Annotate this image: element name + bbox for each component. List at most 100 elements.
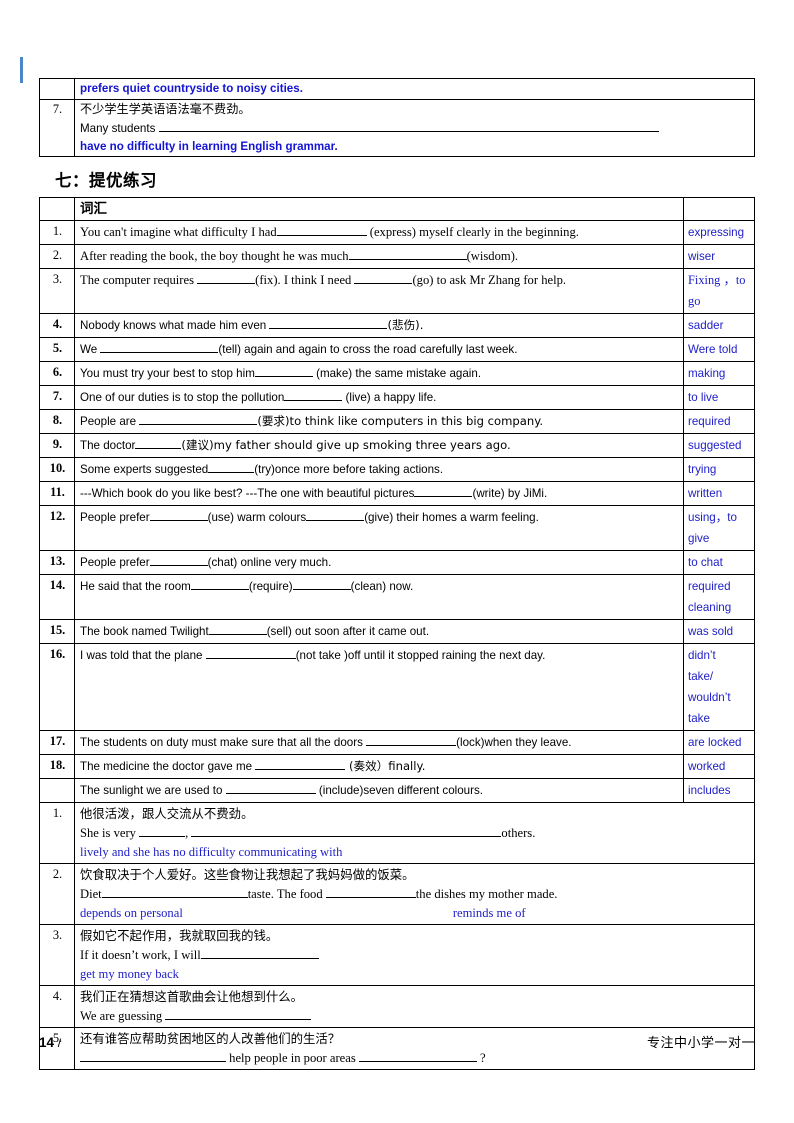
question-middle: (require) <box>248 580 293 594</box>
question-prefix: The doctor <box>80 439 136 453</box>
table-row: 3. The computer requires (fix). I think … <box>39 268 755 315</box>
question-suffix: (try)once more before taking actions. <box>254 463 444 477</box>
question-cell: People are (要求)to think like computers i… <box>74 409 684 435</box>
question-prefix: You can't imagine what difficulty I had <box>80 225 277 240</box>
blank-underline <box>149 507 208 522</box>
question-suffix: (要求)to think like computers in this big … <box>257 414 544 429</box>
english-middle: help people in poor areas <box>226 1051 359 1066</box>
question-suffix: (go) to ask Mr Zhang for help. <box>412 273 567 288</box>
blank-underline <box>101 884 248 899</box>
footer-brand: 专注中小学一对一 <box>646 1036 755 1051</box>
table-row: 1. You can't imagine what difficulty I h… <box>39 220 755 246</box>
row-number: 4. <box>39 313 75 339</box>
chinese-prompt: 饮食取决于个人爱好。这些食物让我想起了我妈妈做的饭菜。 <box>80 867 415 883</box>
row-answer-cell: prefers quiet countryside to noisy citie… <box>74 78 755 100</box>
translation-cell: 我们正在猜想这首歌曲会让他想到什么。 We are guessing <box>74 985 755 1029</box>
question-prefix: People prefer <box>80 511 150 525</box>
table-row: 13. People prefer (chat) online very much… <box>39 550 755 576</box>
row-number: 8. <box>39 409 75 435</box>
answer-line-2: cleaning <box>688 601 732 615</box>
row-number: 7. <box>39 385 75 411</box>
question-cell: The students on duty must make sure that… <box>74 730 684 756</box>
translation-row: 2. 饮食取决于个人爱好。这些食物让我想起了我妈妈做的饭菜。 Diet taste… <box>39 863 755 926</box>
row-number: 1. <box>39 802 75 865</box>
blank-underline <box>292 576 351 591</box>
answer-cell: sadder <box>683 313 755 339</box>
question-cell: ---Which book do you like best? ---The o… <box>74 481 684 507</box>
translation-row: 3. 假如它不起作用，我就取回我的钱。 If it doesn’t work, … <box>39 924 755 987</box>
question-prefix: After reading the book, the boy thought … <box>80 249 349 264</box>
answer-cell: required cleaning <box>683 574 755 621</box>
question-prefix: The book named Twilight <box>80 625 209 639</box>
english-answer-line: Many students <box>80 118 750 138</box>
blank-underline <box>190 576 249 591</box>
table-row: 14. He said that the room (require) (clean… <box>39 574 755 621</box>
question-prefix: You must try your best to stop him <box>80 367 255 381</box>
row-number: 15. <box>39 619 75 645</box>
question-cell: One of our duties is to stop the polluti… <box>74 385 684 411</box>
answer-text-1: depends on personal <box>80 906 183 921</box>
answer-cell: suggested <box>683 433 755 459</box>
row-content-cell: 不少学生学英语语法毫不费劲。 Many students have no dif… <box>74 98 755 158</box>
blank-underline <box>135 435 182 450</box>
question-prefix: We <box>80 343 101 357</box>
question-middle: (use) warm colours <box>207 511 307 525</box>
blue-answer-line: get my money back <box>80 967 179 982</box>
question-prefix: I was told that the plane <box>80 649 206 663</box>
question-prefix: Some experts suggested <box>80 463 209 477</box>
document-content: prefers quiet countryside to noisy citie… <box>39 78 755 1071</box>
page-number-value: 14 <box>39 1035 55 1050</box>
question-suffix: (建议)my father should give up smoking thr… <box>181 438 511 453</box>
question-suffix: (tell) again and again to cross the road… <box>218 343 518 357</box>
blue-answer-line: depends on personal reminds me of <box>80 904 750 923</box>
english-answer-line: If it doesn’t work, I will <box>80 945 750 965</box>
header-number-cell <box>39 197 75 222</box>
question-cell: Nobody knows what made him even (悲伤). <box>74 313 684 339</box>
question-cell: You can't imagine what difficulty I had … <box>74 220 684 246</box>
row-number: 17. <box>39 730 75 756</box>
row-number: 6. <box>39 361 75 387</box>
blank-underline <box>414 483 473 498</box>
page-footer: 14 / 专注中小学一对一 <box>39 1032 755 1051</box>
question-suffix: (live) a happy life. <box>342 391 437 405</box>
question-cell: The medicine the doctor gave me (奏效）fina… <box>74 754 684 780</box>
blank-underline <box>306 507 365 522</box>
chinese-prompt: 我们正在猜想这首歌曲会让他想到什么。 <box>80 989 304 1005</box>
translation-cell: 他很活泼，跟人交流从不费劲。 She is very , others. liv… <box>74 802 755 865</box>
question-prefix: Nobody knows what made him even <box>80 319 270 333</box>
row-number: 3. <box>39 268 75 315</box>
question-suffix: (include)seven different colours. <box>315 784 483 798</box>
blank-underline <box>284 387 343 402</box>
english-answer-line: help people in poor areas ? <box>80 1048 750 1068</box>
answer-cell: to chat <box>683 550 755 576</box>
table-row: 7. One of our duties is to stop the poll… <box>39 385 755 411</box>
answer-line-1: didn’t <box>688 649 716 663</box>
translation-cell: 饮食取决于个人爱好。这些食物让我想起了我妈妈做的饭菜。 Diet taste. T… <box>74 863 755 926</box>
question-prefix: People are <box>80 415 140 429</box>
english-answer-line: We are guessing <box>80 1006 750 1026</box>
question-suffix: (chat) online very much. <box>207 556 332 570</box>
english-suffix: ? <box>476 1051 486 1066</box>
table-row: prefers quiet countryside to noisy citie… <box>39 78 755 100</box>
question-suffix: (奏效）finally. <box>345 759 426 774</box>
question-cell: After reading the book, the boy thought … <box>74 244 684 270</box>
vocabulary-exercise-table: 词汇 1. You can't imagine what difficulty … <box>39 197 755 1071</box>
answer-cell: written <box>683 481 755 507</box>
question-cell: I was told that the plane (not take )off… <box>74 643 684 732</box>
table-row: 7. 不少学生学英语语法毫不费劲。 Many students have no … <box>39 98 755 158</box>
table-row: 8. People are (要求)to think like computer… <box>39 409 755 435</box>
question-cell: The sunlight we are used to (include)sev… <box>74 778 684 804</box>
question-suffix: (make) the same mistake again. <box>312 367 482 381</box>
blank-underline <box>348 246 467 261</box>
row-number: 16. <box>39 643 75 732</box>
english-prefix: If it doesn’t work, I will <box>80 948 201 963</box>
question-cell: The doctor (建议)my father should give up s… <box>74 433 684 459</box>
table-row: 2. After reading the book, the boy thoug… <box>39 244 755 270</box>
question-suffix: (sell) out soon after it came out. <box>266 625 430 639</box>
row-number: 2. <box>39 863 75 926</box>
blank-underline <box>325 884 416 899</box>
english-prefix: Diet <box>80 887 102 902</box>
answer-cell: making <box>683 361 755 387</box>
question-suffix: (悲伤). <box>387 318 424 333</box>
row-number: 3. <box>39 924 75 987</box>
